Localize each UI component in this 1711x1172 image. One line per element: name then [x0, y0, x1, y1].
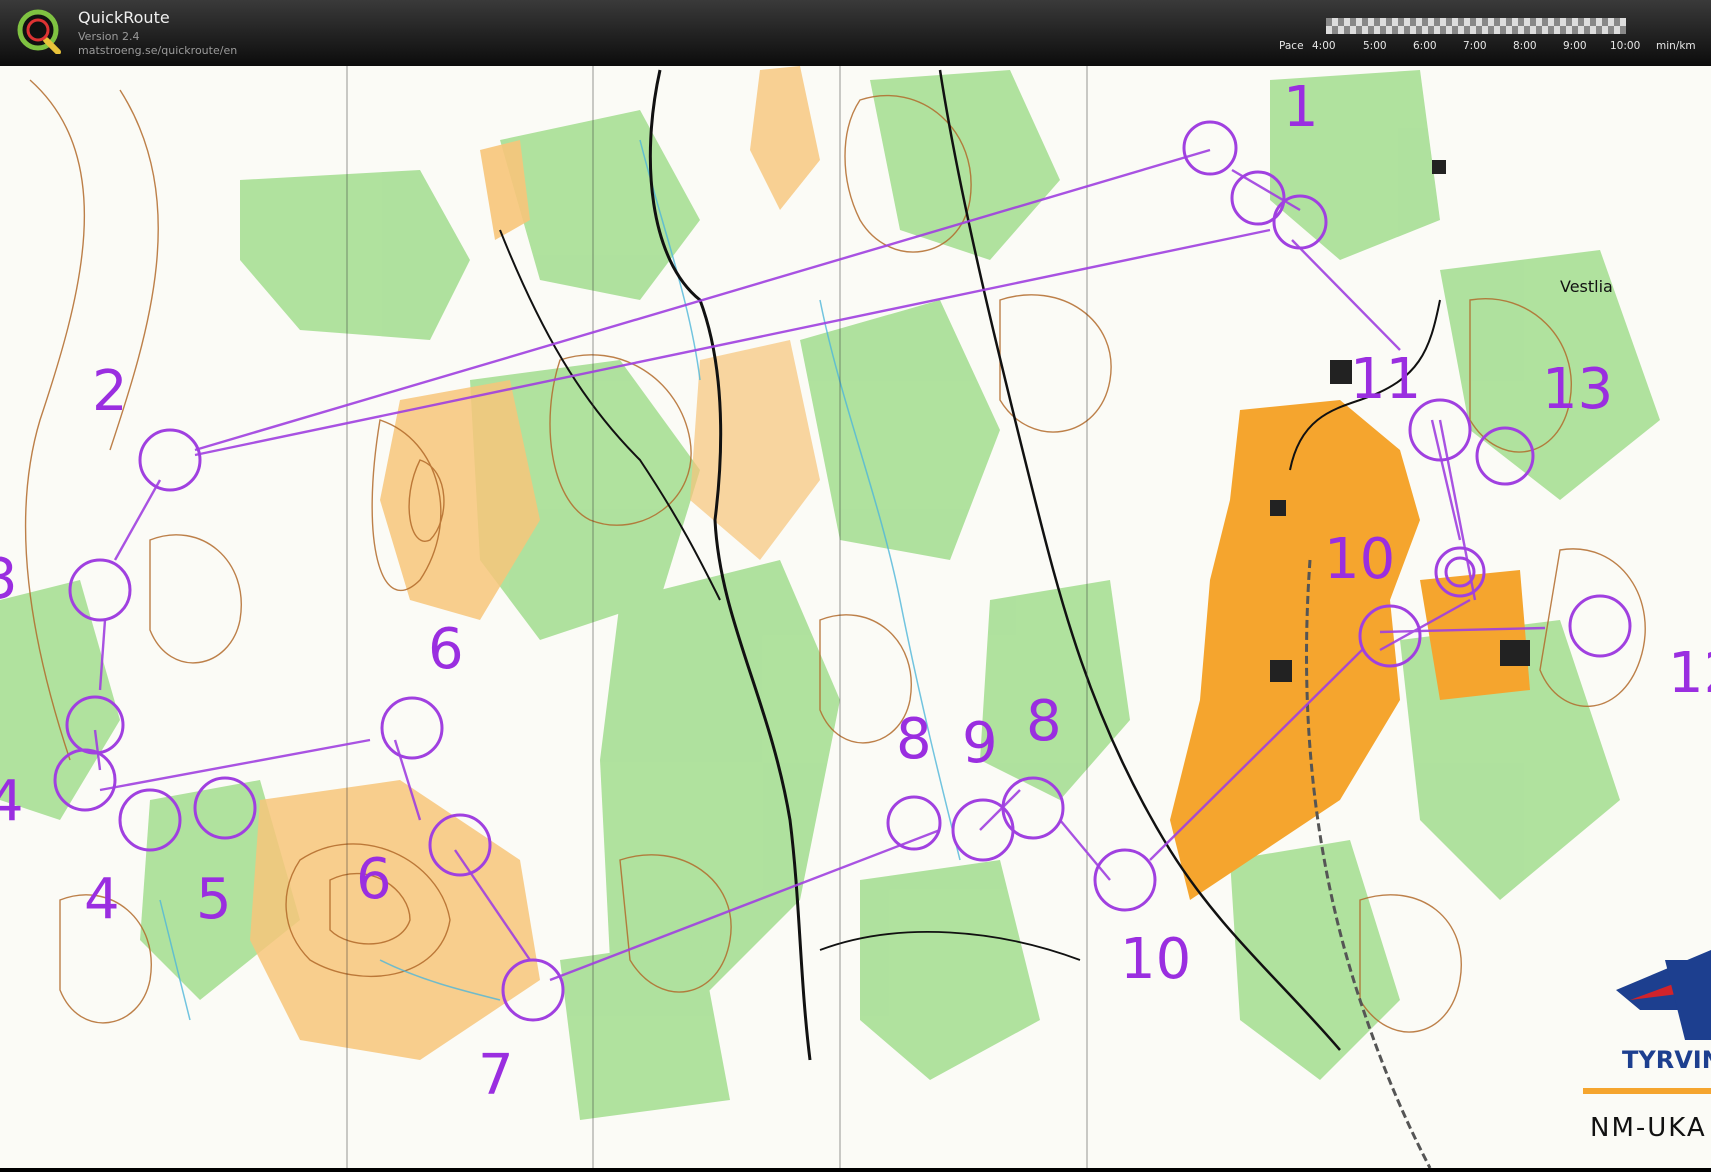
pace-tick: 9:00 [1563, 40, 1587, 52]
control-label: 6 [428, 617, 464, 682]
place-name: Vestlia [1560, 277, 1613, 296]
pace-tick: 4:00 [1312, 40, 1336, 52]
control-label: 8 [1026, 689, 1062, 754]
event-name: NM-UKA [1590, 1113, 1707, 1143]
control-label: 11 [1350, 347, 1421, 412]
pace-tick: 6:00 [1413, 40, 1437, 52]
control-label: 10 [1324, 527, 1395, 592]
pace-scale-bar [1326, 18, 1626, 34]
control-label: 6 [356, 847, 392, 912]
control-label: 8 [896, 707, 932, 772]
control-label: 4 [0, 769, 24, 834]
pace-tick: 5:00 [1363, 40, 1387, 52]
app-version: Version 2.4 [78, 30, 140, 43]
control-label: 3 [0, 547, 18, 612]
control-label: 10 [1120, 927, 1191, 992]
app-url: matstroeng.se/quickroute/en [78, 44, 238, 57]
control-label: 5 [196, 867, 232, 932]
pace-tick: 7:00 [1463, 40, 1487, 52]
control-label: 12 [1668, 641, 1711, 706]
sponsor-name: TYRVING [1622, 1046, 1711, 1074]
control-label: 7 [478, 1043, 514, 1108]
orienteering-map[interactable]: 1 2 3 4 4 5 6 6 7 8 8 9 10 10 11 12 13 V… [0, 66, 1711, 1169]
pace-tick: 8:00 [1513, 40, 1537, 52]
app-header: QuickRoute Version 2.4 matstroeng.se/qui… [0, 0, 1711, 66]
control-label: 13 [1542, 357, 1613, 422]
quickroute-logo-icon [17, 9, 61, 54]
pace-tick: 10:00 [1610, 40, 1641, 52]
control-label: 9 [962, 711, 998, 776]
map-canvas[interactable]: 1 2 3 4 4 5 6 6 7 8 8 9 10 10 11 12 13 V… [0, 66, 1711, 1169]
pace-unit: min/km [1656, 40, 1696, 52]
pace-label: Pace [1279, 40, 1304, 52]
app-name: QuickRoute [78, 8, 170, 27]
control-label: 1 [1283, 75, 1319, 140]
control-label: 2 [92, 359, 128, 424]
control-label: 4 [84, 867, 120, 932]
